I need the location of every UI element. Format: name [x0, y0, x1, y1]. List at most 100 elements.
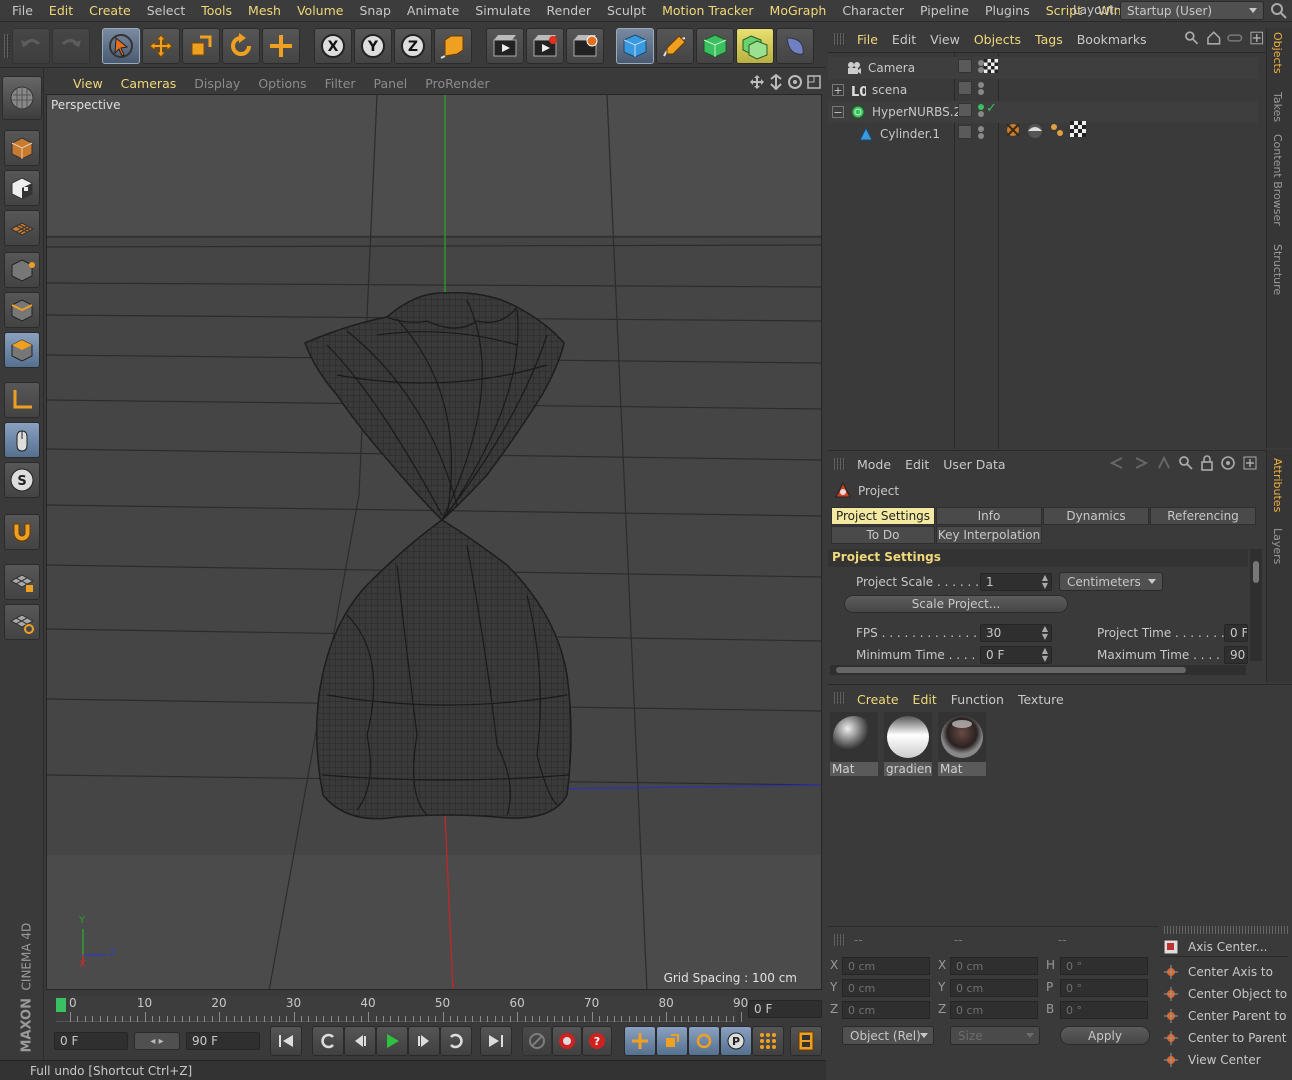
menu-mesh[interactable]: Mesh [240, 3, 289, 18]
workplane-mode-button[interactable] [4, 210, 40, 246]
object-row-hypernurbs[interactable]: − HyperNURBS.2 [828, 101, 1258, 123]
menu-edit[interactable]: Edit [41, 3, 81, 18]
unit-dropdown[interactable]: Centimeters [1059, 572, 1163, 591]
perspective-viewport[interactable]: Perspective Grid Spacing : 100 cm Y Z X [46, 94, 822, 990]
menu-animate[interactable]: Animate [399, 3, 467, 18]
stepper-icon[interactable]: ▲ ▼ [1042, 647, 1048, 663]
menu-pipeline[interactable]: Pipeline [912, 3, 977, 18]
go-to-start-button[interactable] [270, 1026, 302, 1056]
back-arrow-icon[interactable] [1108, 455, 1126, 471]
attribute-scrollbar[interactable] [1250, 549, 1262, 661]
menu-simulate[interactable]: Simulate [467, 3, 538, 18]
render-visibility-dot[interactable] [978, 133, 984, 139]
lock-icon[interactable] [1200, 455, 1214, 471]
side-tab-attributes[interactable]: Attributes [1271, 458, 1284, 512]
materials-menu-function[interactable]: Function [944, 692, 1011, 707]
menu-snap[interactable]: Snap [351, 3, 398, 18]
minimum-time-field[interactable]: 0 F ▲ ▼ [980, 646, 1052, 664]
coordinate-mode-dropdown[interactable]: Object (Rel) [842, 1026, 934, 1045]
objects-menu-file[interactable]: File [850, 32, 885, 47]
points-mode-button[interactable] [4, 252, 40, 288]
workplane-lock-button[interactable] [4, 564, 40, 600]
end-frame-field[interactable]: 90 F [186, 1032, 260, 1050]
tab-project-settings[interactable]: Project Settings [831, 507, 935, 525]
axis-center-grip[interactable] [1164, 926, 1288, 934]
coordinate-system-button[interactable] [434, 28, 472, 64]
objects-menu-view[interactable]: View [923, 32, 967, 47]
toolbar-grip[interactable] [4, 34, 10, 58]
collapse-icon[interactable]: − [832, 106, 844, 118]
center-object-to-button[interactable]: Center Object to [1160, 984, 1288, 1004]
subdivision-surface-button[interactable] [696, 28, 734, 64]
range-slider[interactable]: ◂ ▸ [134, 1032, 180, 1050]
cloner-button[interactable] [736, 28, 774, 64]
size-mode-dropdown[interactable]: Size [950, 1026, 1040, 1045]
maximize-view-icon[interactable] [806, 74, 822, 90]
size-x-field[interactable]: 0 cm [950, 957, 1038, 975]
view-center-button[interactable]: View Center [1160, 1050, 1288, 1070]
side-tab-takes[interactable]: Takes [1271, 92, 1284, 122]
material-swatch[interactable]: Mat [830, 712, 878, 776]
attributes-menu-edit[interactable]: Edit [898, 457, 936, 472]
new-panel-icon[interactable] [1242, 455, 1258, 471]
menu-motion-tracker[interactable]: Motion Tracker [654, 3, 761, 18]
attribute-hscrollbar[interactable] [830, 665, 1246, 675]
menu-select[interactable]: Select [139, 3, 194, 18]
record-position-button[interactable] [624, 1026, 656, 1056]
maximum-time-field[interactable]: 90 [1224, 646, 1248, 664]
viewport-menu-cameras[interactable]: Cameras [112, 76, 186, 91]
side-tab-layers[interactable]: Layers [1271, 528, 1284, 564]
attributes-menu-mode[interactable]: Mode [850, 457, 898, 472]
redo-button[interactable] [52, 28, 90, 64]
locked-workplane-button[interactable] [4, 604, 40, 640]
polygons-mode-button[interactable] [4, 332, 40, 368]
record-scale-button[interactable] [656, 1026, 688, 1056]
object-row-scena[interactable]: + L0 scena [828, 79, 1258, 101]
menu-character[interactable]: Character [834, 3, 912, 18]
make-editable-button[interactable] [2, 76, 42, 120]
materials-menu-create[interactable]: Create [850, 692, 906, 707]
record-disabled-button[interactable] [522, 1026, 552, 1056]
tweak-mode-button[interactable] [4, 422, 40, 458]
timeline-window-button[interactable] [790, 1026, 822, 1056]
editor-visibility-dot[interactable] [978, 82, 984, 88]
project-time-field[interactable]: 0 F [1224, 624, 1248, 642]
stepper-icon[interactable]: ▲ ▼ [1042, 574, 1048, 590]
layout-dropdown[interactable]: Startup (User) [1120, 1, 1264, 20]
render-visibility-dot[interactable] [978, 111, 984, 117]
viewport-menu-view[interactable]: View [64, 76, 112, 91]
new-panel-icon[interactable] [1249, 30, 1265, 46]
expand-icon[interactable]: + [832, 84, 844, 96]
attributes-menu-user-data[interactable]: User Data [936, 457, 1012, 472]
render-view-button[interactable] [486, 28, 524, 64]
layer-toggle[interactable] [958, 81, 972, 95]
material-tag-icon[interactable] [1048, 121, 1066, 139]
material-swatch[interactable]: gradien [884, 712, 932, 776]
deformer-tag-icon[interactable] [1004, 121, 1022, 139]
size-z-field[interactable]: 0 cm [950, 1001, 1038, 1019]
enable-axis-button[interactable] [4, 382, 40, 418]
tab-info[interactable]: Info [936, 507, 1042, 525]
search-icon[interactable] [1178, 455, 1194, 471]
search-icon[interactable] [1270, 2, 1288, 20]
size-y-field[interactable]: 0 cm [950, 979, 1038, 997]
viewport-menu-prorender[interactable]: ProRender [416, 76, 498, 91]
texture-tag-icon[interactable] [1026, 121, 1044, 139]
rotation-b-field[interactable]: 0 ° [1060, 1001, 1148, 1019]
project-scale-field[interactable]: 1 ▲ ▼ [980, 573, 1052, 591]
axis-center-button[interactable]: Axis Center... [1160, 937, 1288, 957]
side-tab-objects[interactable]: Objects [1271, 32, 1284, 74]
search-icon[interactable] [1184, 30, 1200, 46]
record-point-level-button[interactable] [752, 1026, 784, 1056]
apply-button[interactable]: Apply [1060, 1026, 1150, 1045]
snap-button[interactable] [4, 514, 40, 550]
scrollbar-thumb[interactable] [1253, 561, 1259, 583]
enabled-check-icon[interactable]: ✓ [986, 101, 997, 116]
materials-menu-texture[interactable]: Texture [1011, 692, 1071, 707]
solo-button[interactable]: S [4, 462, 40, 498]
previous-key-button[interactable] [312, 1026, 344, 1056]
menu-create[interactable]: Create [81, 3, 139, 18]
orbit-icon[interactable] [787, 74, 803, 90]
center-to-parent-button[interactable]: Center to Parent [1160, 1028, 1288, 1048]
record-active-objects-button[interactable] [552, 1026, 582, 1056]
